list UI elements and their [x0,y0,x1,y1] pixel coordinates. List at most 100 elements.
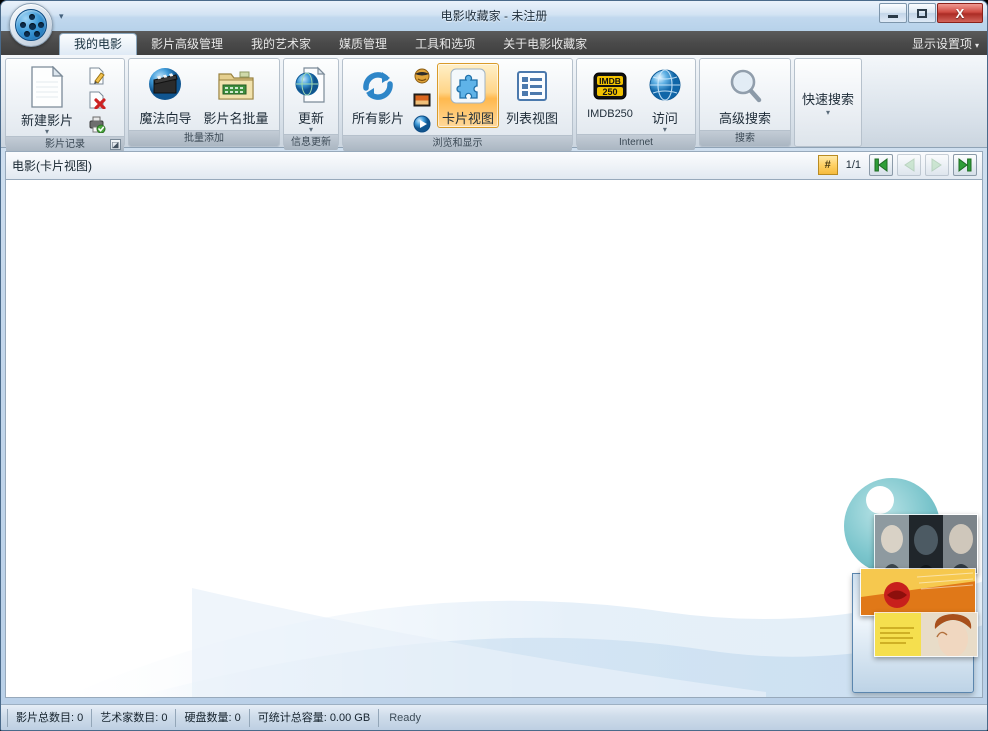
tab-media-management[interactable]: 媒质管理 [325,33,401,55]
ribbon-group-info-update: 更新 ▾ 信息更新 [283,58,339,150]
batch-movie-name-button[interactable]: 影片名批量 [199,63,274,128]
imdb250-button[interactable]: IMDB 250 IMDB250 [582,63,638,121]
application-window: ▾ 电影收藏家 - 未注册 X 我的电影 影片高级管理 我的艺术家 媒质管理 工… [0,0,988,731]
movie-card-view-area[interactable] [5,179,983,698]
title-bar: ▾ 电影收藏家 - 未注册 X [1,1,987,47]
next-page-icon [931,158,942,172]
card-view-button[interactable]: 卡片视图 [437,63,500,128]
ribbon-group-label-batch-add: 批量添加 [129,130,279,146]
visit-button[interactable]: 访问 ▾ [640,63,690,134]
maximize-button[interactable] [908,3,936,23]
ribbon-group-internet: IMDB 250 IMDB250 访问 ▾ Internet [576,58,696,150]
dialog-launcher-icon[interactable]: ◪ [110,139,121,150]
magic-wizard-label: 魔法向导 [139,111,192,126]
quick-search-label: 快速搜索 [801,91,854,107]
window-controls: X [879,3,983,23]
clapperboard-icon [149,68,182,100]
page-title: 电影(卡片视图) [12,159,92,173]
chevron-down-icon: ▾ [825,107,830,117]
ribbon-group-label-info-update: 信息更新 [284,134,338,150]
svg-text:250: 250 [602,87,617,97]
ribbon: 新建影片 ▾ 影片记录 ◪ 魔法向导 影片名批量 批量添加 更新 ▾ 信息更新 … [1,55,987,152]
status-disk-count: 硬盘数量: 0 [176,708,250,727]
ribbon-tab-strip: 我的电影 影片高级管理 我的艺术家 媒质管理 工具和选项 关于电影收藏家 显示设… [1,31,987,55]
ribbon-group-browse-display: 所有影片 卡片视图 列表视图 浏览和显示 [342,58,573,151]
magic-wizard-button[interactable]: 魔法向导 [134,63,196,128]
chevron-down-icon: ▾ [974,41,979,50]
teal-circle-decoration [844,478,940,574]
poster-image-1 [874,514,978,574]
play-icon [413,115,431,133]
new-movie-button[interactable]: 新建影片 ▾ [10,63,84,136]
puzzle-piece-icon [450,68,486,104]
tab-about[interactable]: 关于电影收藏家 [489,33,601,55]
last-page-button[interactable] [953,154,977,176]
previous-page-button[interactable] [897,154,921,176]
next-page-button[interactable] [925,154,949,176]
page-counter: 1/1 [845,159,861,171]
status-bar: 影片总数目: 0 艺术家数目: 0 硬盘数量: 0 可统计总容量: 0.00 G… [1,704,987,730]
mask-button[interactable] [411,65,433,87]
chevron-down-icon: ▾ [308,125,313,134]
ribbon-group-search: 高级搜索 搜索 [699,58,791,147]
ribbon-group-batch-add: 魔法向导 影片名批量 批量添加 [128,58,280,147]
new-document-icon [31,66,64,108]
ribbon-group-label-search: 搜索 [700,130,790,146]
tab-tools-and-options[interactable]: 工具和选项 [401,33,489,55]
play-button[interactable] [411,113,433,135]
imdb250-icon: IMDB 250 [593,72,627,100]
tab-advanced-movie-management[interactable]: 影片高级管理 [137,33,237,55]
application-menu-button[interactable] [9,3,53,47]
display-settings-label: 显示设置项 [911,37,972,51]
first-page-button[interactable] [869,154,893,176]
delete-document-icon [89,91,106,109]
list-view-button[interactable]: 列表视图 [501,63,563,128]
advanced-search-button[interactable]: 高级搜索 [714,63,776,128]
advanced-search-label: 高级搜索 [718,111,771,126]
ribbon-group-label-internet: Internet [577,134,695,150]
quick-search-button[interactable]: 快速搜索 ▾ [794,58,862,147]
group-label-text: 影片记录 [45,139,85,150]
browse-small-buttons [411,63,433,135]
ribbon-group-movie-records: 新建影片 ▾ 影片记录 ◪ [5,58,125,152]
movie-record-small-buttons [86,63,108,135]
chevron-down-icon: ▾ [44,127,49,136]
poster-image-2 [860,568,976,616]
poster-case-decoration [852,573,974,693]
index-button[interactable]: # [817,155,838,175]
globe-icon [649,69,681,101]
all-movies-button[interactable]: 所有影片 [347,63,409,128]
edit-movie-button[interactable] [86,65,108,87]
status-total-movies: 影片总数目: 0 [7,708,93,727]
close-button[interactable]: X [937,3,983,23]
maximize-icon [917,8,927,18]
magnifier-icon [730,69,762,103]
film-reel-icon [15,9,47,41]
svg-text:IMDB: IMDB [599,76,621,86]
folder-film-icon [218,71,254,100]
globe-document-icon [295,66,326,103]
minimize-icon [888,14,898,18]
ribbon-empty-area [865,58,985,147]
tab-my-artists[interactable]: 我的艺术家 [237,33,325,55]
edit-document-icon [89,67,105,85]
batch-movie-name-label: 影片名批量 [203,111,269,126]
list-view-icon [517,71,548,101]
pagination-controls: # 1/1 [817,154,977,176]
poster-image-3 [874,612,978,657]
ribbon-group-label-movie-records: 影片记录 ◪ [6,136,124,152]
display-settings-button[interactable]: 显示设置项 ▾ [912,35,979,52]
delete-movie-button[interactable] [86,89,108,111]
print-movie-button[interactable] [86,113,108,135]
status-total-artists: 艺术家数目: 0 [92,708,177,727]
tab-my-movies[interactable]: 我的电影 [59,33,138,55]
update-button[interactable]: 更新 ▾ [289,63,333,134]
background-wave-decoration [66,581,982,697]
picture-button[interactable] [411,89,433,111]
movie-posters-watermark [816,472,978,697]
minimize-button[interactable] [879,3,907,23]
picture-icon [413,93,431,107]
status-total-capacity: 可统计总容量: 0.00 GB [250,708,380,727]
print-check-icon [89,116,106,133]
imdb250-label: IMDB250 [587,108,633,120]
